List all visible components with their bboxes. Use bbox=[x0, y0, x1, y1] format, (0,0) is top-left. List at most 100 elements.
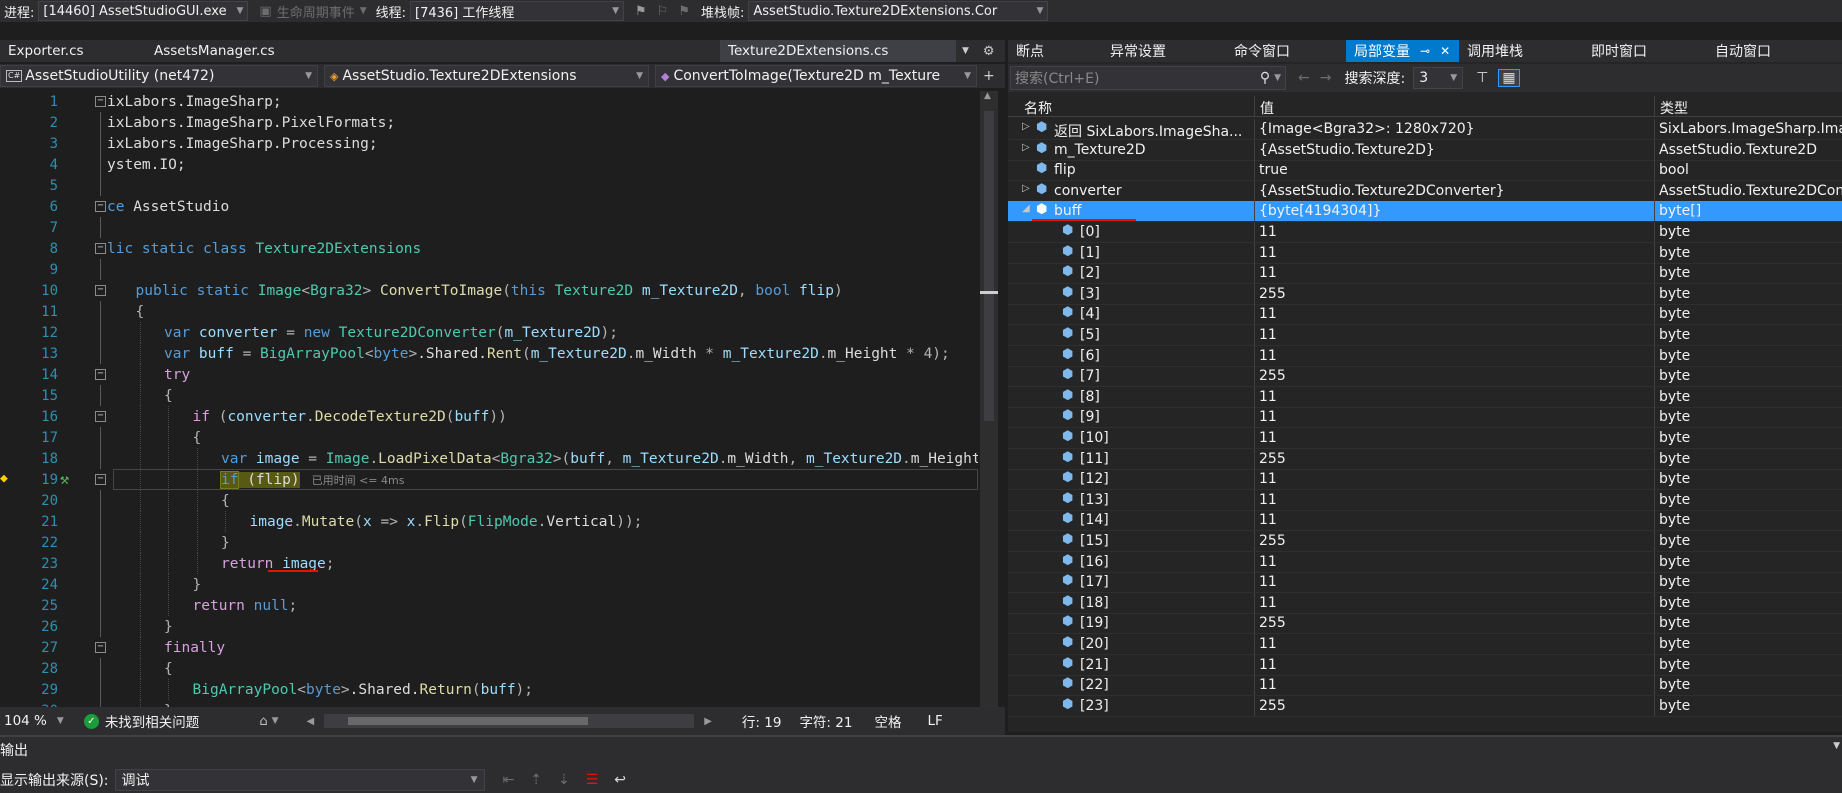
locals-row[interactable]: ⬢ [4] 11 byte bbox=[1008, 304, 1842, 325]
code-line[interactable]: 4 ystem.IO; bbox=[0, 154, 978, 175]
variable-value[interactable]: 255 bbox=[1254, 284, 1652, 304]
indent-mode[interactable]: 空格 bbox=[874, 711, 901, 731]
zoom-combo[interactable]: 104 % ▼ bbox=[0, 713, 70, 729]
locals-row[interactable]: ⬢ [14] 11 byte bbox=[1008, 510, 1842, 531]
stack-frame-combo[interactable]: AssetStudio.Texture2DExtensions.Cor ▼ bbox=[748, 1, 1049, 21]
variable-value[interactable]: 11 bbox=[1254, 469, 1652, 489]
variable-value[interactable]: true bbox=[1254, 160, 1652, 180]
locals-row[interactable]: ⬢ [22] 11 byte bbox=[1008, 675, 1842, 696]
variable-value[interactable]: {byte[4194304]} bbox=[1254, 201, 1652, 221]
locals-row[interactable]: ⬢ [7] 255 byte bbox=[1008, 366, 1842, 387]
variable-value[interactable]: 11 bbox=[1254, 325, 1652, 345]
collapse-outline-icon[interactable]: − bbox=[95, 201, 106, 212]
variable-value[interactable]: 11 bbox=[1254, 304, 1652, 324]
tab-exception-settings[interactable]: 异常设置 bbox=[1102, 40, 1226, 62]
hscroll-thumb[interactable] bbox=[348, 717, 589, 725]
column-name[interactable]: 名称 bbox=[1024, 98, 1052, 118]
variable-value[interactable]: 11 bbox=[1254, 510, 1652, 530]
locals-row[interactable]: ⬢ [0] 11 byte bbox=[1008, 222, 1842, 243]
lifecycle-events-label[interactable]: 生命周期事件 bbox=[277, 2, 355, 21]
find-message-icon[interactable]: ⇤ bbox=[503, 772, 515, 788]
code-line[interactable]: 16 − if (converter.DecodeTexture2D(buff)) bbox=[0, 406, 978, 427]
code-line[interactable]: ◆ ⚒ 19− if (flip) 已用时间 <= 4ms bbox=[0, 469, 978, 490]
column-divider[interactable] bbox=[1654, 96, 1655, 117]
variable-value[interactable]: 11 bbox=[1254, 655, 1652, 675]
variable-value[interactable]: 11 bbox=[1254, 263, 1652, 283]
collapse-outline-icon[interactable]: − bbox=[95, 285, 106, 296]
expand-icon[interactable]: ▷ bbox=[1022, 142, 1030, 153]
code-line[interactable]: 1 − ixLabors.ImageSharp; bbox=[0, 91, 978, 112]
column-divider[interactable] bbox=[1254, 96, 1255, 117]
line-ending[interactable]: LF bbox=[927, 713, 942, 729]
column-indicator[interactable]: 字符: 21 bbox=[799, 711, 852, 731]
locals-row[interactable]: ⬢ [17] 11 byte bbox=[1008, 572, 1842, 593]
code-line[interactable]: 8 − lic static class Texture2DExtensions bbox=[0, 238, 978, 259]
code-line[interactable]: 12 var converter = new Texture2DConverter… bbox=[0, 322, 978, 343]
vertical-scrollbar[interactable]: ▲ ▼ bbox=[980, 91, 998, 747]
tab-call-stack[interactable]: 调用堆栈 bbox=[1459, 40, 1583, 62]
variable-value[interactable]: {AssetStudio.Texture2DConverter} bbox=[1254, 181, 1652, 201]
issues-status[interactable]: 未找到相关问题 bbox=[105, 711, 200, 731]
locals-row[interactable]: ⬢ [13] 11 byte bbox=[1008, 490, 1842, 511]
code-line[interactable]: 23 return image; bbox=[0, 553, 978, 574]
code-line[interactable]: 11 { bbox=[0, 301, 978, 322]
variable-value[interactable]: 11 bbox=[1254, 490, 1652, 510]
tab-command-window[interactable]: 命令窗口 bbox=[1226, 40, 1346, 62]
flag-icon[interactable]: ⚑ bbox=[635, 4, 647, 19]
variable-value[interactable]: 255 bbox=[1254, 531, 1652, 551]
brush-icon[interactable]: ⌂ bbox=[259, 714, 267, 729]
locals-row[interactable]: ⬢ [11] 255 byte bbox=[1008, 449, 1842, 470]
variable-value[interactable]: 11 bbox=[1254, 572, 1652, 592]
variable-value[interactable]: 255 bbox=[1254, 449, 1652, 469]
code-line[interactable]: 20 { bbox=[0, 490, 978, 511]
variable-value[interactable]: 11 bbox=[1254, 346, 1652, 366]
locals-row[interactable]: ⬢ [20] 11 byte bbox=[1008, 634, 1842, 655]
variable-value[interactable]: 255 bbox=[1254, 696, 1652, 716]
tab-assets-manager[interactable]: AssetsManager.cs bbox=[146, 40, 720, 62]
collapse-outline-icon[interactable]: − bbox=[95, 369, 106, 380]
variable-value[interactable]: 11 bbox=[1254, 634, 1652, 654]
code-line[interactable]: 28 { bbox=[0, 658, 978, 679]
locals-row[interactable]: ⬢ [21] 11 byte bbox=[1008, 655, 1842, 676]
next-message-icon[interactable]: ⇣ bbox=[558, 772, 570, 788]
tab-breakpoints[interactable]: 断点 bbox=[1008, 40, 1102, 62]
locals-row[interactable]: ⬢ [18] 11 byte bbox=[1008, 593, 1842, 614]
code-line[interactable]: 21 image.Mutate(x => x.Flip(FlipMode.Vert… bbox=[0, 511, 978, 532]
collapse-outline-icon[interactable]: − bbox=[95, 474, 106, 485]
scroll-right-icon[interactable]: ▶ bbox=[704, 716, 712, 727]
variable-value[interactable]: 11 bbox=[1254, 428, 1652, 448]
locals-row[interactable]: ⬢ [15] 255 byte bbox=[1008, 531, 1842, 552]
code-line[interactable]: 15 { bbox=[0, 385, 978, 406]
collapse-outline-icon[interactable]: − bbox=[95, 243, 106, 254]
variable-value[interactable]: 255 bbox=[1254, 613, 1652, 633]
code-line[interactable]: 29 BigArrayPool<byte>.Shared.Return(buff)… bbox=[0, 679, 978, 700]
variable-value[interactable]: 11 bbox=[1254, 387, 1652, 407]
locals-row[interactable]: ▷ ⬢ converter {AssetStudio.Texture2DConvert… bbox=[1008, 181, 1842, 202]
search-input[interactable]: 搜索(Ctrl+E) ⚲ ▼ bbox=[1010, 66, 1286, 90]
code-line[interactable]: 5 bbox=[0, 175, 978, 196]
locals-row[interactable]: ▷ ⬢ m_Texture2D {AssetStudio.Texture2D} Asse… bbox=[1008, 140, 1842, 161]
locals-row[interactable]: ⬢ [3] 255 byte bbox=[1008, 284, 1842, 305]
code-line[interactable]: 10 − public static Image<Bgra32> ConvertTo… bbox=[0, 280, 978, 301]
gear-icon[interactable]: ⚙ bbox=[983, 44, 995, 59]
scroll-up-icon[interactable]: ▲ bbox=[984, 91, 991, 101]
locals-row[interactable]: ⬢ [23] 255 byte bbox=[1008, 696, 1842, 717]
column-value[interactable]: 值 bbox=[1260, 98, 1274, 118]
horizontal-scrollbar[interactable] bbox=[324, 714, 695, 728]
expand-icon[interactable]: ▷ bbox=[1022, 183, 1030, 194]
member-combo[interactable]: ◆ ConvertToImage(Texture2D m_Texture ▼ bbox=[655, 65, 977, 87]
tab-immediate[interactable]: 即时窗口 bbox=[1583, 40, 1707, 62]
code-line[interactable]: 3 ixLabors.ImageSharp.Processing; bbox=[0, 133, 978, 154]
code-line[interactable]: 25 return null; bbox=[0, 595, 978, 616]
code-line[interactable]: 22} bbox=[0, 532, 978, 553]
scroll-left-icon[interactable]: ◀ bbox=[307, 716, 315, 727]
collapse-outline-icon[interactable]: − bbox=[95, 96, 106, 107]
previous-message-icon[interactable]: ⇡ bbox=[530, 772, 542, 788]
search-depth-combo[interactable]: 3 ▼ bbox=[1413, 67, 1464, 89]
variable-value[interactable]: 11 bbox=[1254, 593, 1652, 613]
variable-value[interactable]: {AssetStudio.Texture2D} bbox=[1254, 140, 1652, 160]
tab-overflow-icon[interactable]: ▼ bbox=[962, 46, 969, 56]
perf-tip[interactable]: 已用时间 <= 4ms bbox=[312, 474, 405, 487]
collapse-outline-icon[interactable]: − bbox=[95, 642, 106, 653]
line-indicator[interactable]: 行: 19 bbox=[742, 711, 782, 731]
